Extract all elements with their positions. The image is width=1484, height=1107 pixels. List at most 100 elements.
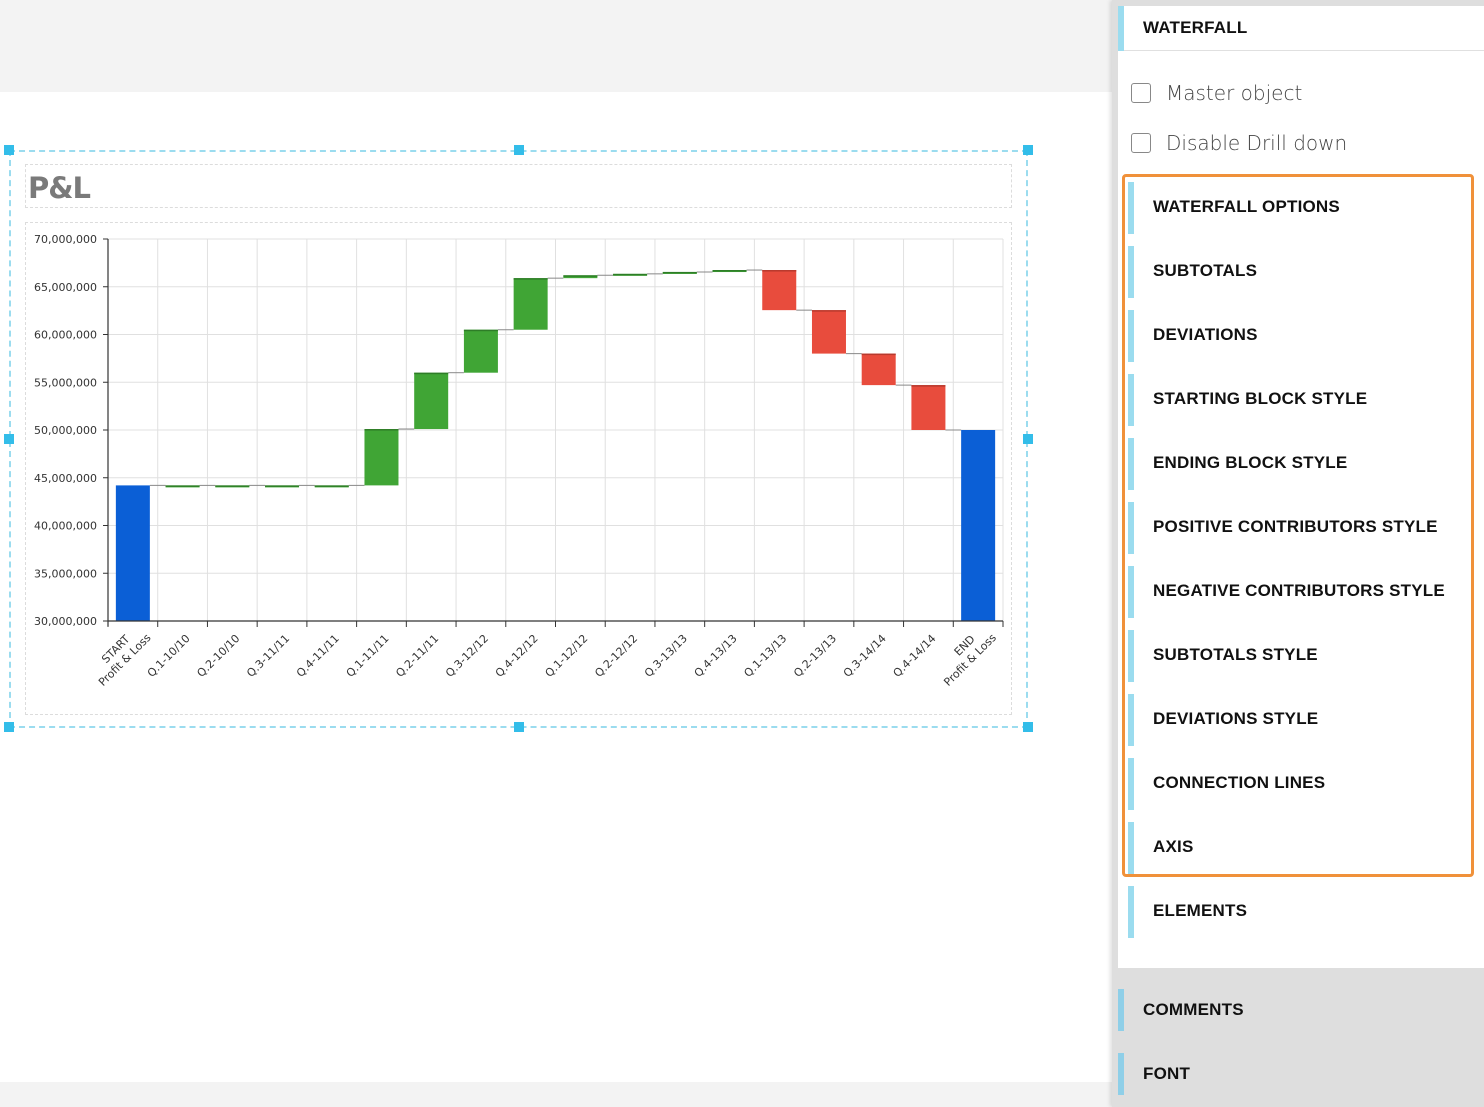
section-label: CONNECTION LINES: [1153, 773, 1326, 792]
x-tick-label-line: Q.2-12/12: [592, 632, 640, 680]
bar-start: [115, 485, 150, 621]
accent-bar: [1128, 566, 1134, 618]
bar-edge: [364, 429, 399, 431]
section-deviations[interactable]: DEVIATIONS: [1128, 310, 1468, 362]
y-tick-label: 55,000,000: [34, 376, 97, 389]
resize-handle-bottom-right[interactable]: [1023, 722, 1033, 732]
accent-bar: [1128, 182, 1134, 234]
x-tick-label: STARTProfit & Loss: [96, 631, 154, 689]
bar-positive: [414, 372, 449, 430]
bar-edge: [811, 310, 846, 312]
bar-negative: [861, 353, 896, 386]
accent-bar: [1128, 246, 1134, 298]
x-tick-label-line: Q.1-11/11: [344, 632, 392, 680]
disable-drill-down-checkbox-row[interactable]: Disable Drill down: [1131, 131, 1347, 155]
x-tick-label: Q.4-13/13: [692, 632, 740, 680]
x-tick-label: Q.3-12/12: [443, 632, 491, 680]
resize-handle-left[interactable]: [4, 434, 14, 444]
resize-handle-bottom-left[interactable]: [4, 722, 14, 732]
section-label: DEVIATIONS STYLE: [1153, 709, 1319, 728]
bar-edge: [662, 271, 697, 274]
x-tick-label: Q.4-14/14: [891, 632, 939, 680]
y-tick-label: 60,000,000: [34, 329, 97, 342]
bar-edge: [265, 485, 300, 487]
section-comments[interactable]: COMMENTS: [1118, 989, 1478, 1031]
x-tick-label: Q.3-14/14: [841, 632, 889, 680]
bar-edge: [314, 485, 349, 487]
section-label: POSITIVE CONTRIBUTORS STYLE: [1153, 517, 1438, 536]
section-label: ELEMENTS: [1153, 901, 1248, 920]
section-subtotals[interactable]: SUBTOTALS: [1128, 246, 1468, 298]
y-tick-label: 30,000,000: [34, 615, 97, 628]
x-tick-label: ENDProfit & Loss: [941, 631, 999, 689]
section-label: DEVIATIONS: [1153, 325, 1258, 344]
resize-handle-right[interactable]: [1023, 434, 1033, 444]
resize-handle-top-right[interactable]: [1023, 145, 1033, 155]
bar-edge: [513, 278, 548, 280]
accent-bar: [1128, 758, 1134, 810]
x-tick-label-line: Q.3-14/14: [841, 632, 889, 680]
x-tick-label: Q.1-11/11: [344, 632, 392, 680]
section-label: FONT: [1143, 1064, 1191, 1083]
bar-positive: [364, 429, 399, 486]
x-tick-label: Q.2-13/13: [791, 632, 839, 680]
master-object-label: Master object: [1166, 81, 1303, 105]
resize-handle-top-left[interactable]: [4, 145, 14, 155]
accent-bar: [1128, 886, 1134, 938]
section-axis[interactable]: AXIS: [1128, 822, 1468, 874]
master-object-checkbox-row[interactable]: Master object: [1131, 81, 1302, 105]
section-label: NEGATIVE CONTRIBUTORS STYLE: [1153, 581, 1445, 600]
section-label: AXIS: [1153, 837, 1194, 856]
section-starting-block-style[interactable]: STARTING BLOCK STYLE: [1128, 374, 1468, 426]
section-deviations-style[interactable]: DEVIATIONS STYLE: [1128, 694, 1468, 746]
x-tick-label-line: Q.2-13/13: [791, 632, 839, 680]
section-waterfall-options[interactable]: WATERFALL OPTIONS: [1128, 182, 1468, 234]
y-tick-label: 65,000,000: [34, 281, 97, 294]
bar-positive: [513, 278, 548, 330]
bar-edge: [861, 353, 896, 356]
y-tick-label: 45,000,000: [34, 472, 97, 485]
chart-title-box[interactable]: P&L: [25, 164, 1012, 208]
accent-bar: [1128, 630, 1134, 682]
y-tick-label: 35,000,000: [34, 567, 97, 580]
accent-bar: [1128, 694, 1134, 746]
section-font[interactable]: FONT: [1118, 1053, 1478, 1095]
section-label: SUBTOTALS: [1153, 261, 1258, 280]
x-tick-label: Q.3-11/11: [244, 632, 292, 680]
x-tick-label-line: Q.3-11/11: [244, 632, 292, 680]
accent-bar: [1128, 822, 1134, 874]
section-connection-lines[interactable]: CONNECTION LINES: [1128, 758, 1468, 810]
section-positive-contributors-style[interactable]: POSITIVE CONTRIBUTORS STYLE: [1128, 502, 1468, 554]
section-negative-contributors-style[interactable]: NEGATIVE CONTRIBUTORS STYLE: [1128, 566, 1468, 618]
resize-handle-bottom[interactable]: [514, 722, 524, 732]
master-object-checkbox[interactable]: [1131, 83, 1151, 103]
bar-edge: [165, 485, 200, 487]
accent-bar: [1128, 502, 1134, 554]
x-tick-label-line: Q.4-12/12: [493, 632, 541, 680]
section-subtotals-style[interactable]: SUBTOTALS STYLE: [1128, 630, 1468, 682]
section-elements[interactable]: ELEMENTS: [1128, 886, 1468, 938]
x-tick-label: Q.2-12/12: [592, 632, 640, 680]
section-label: SUBTOTALS STYLE: [1153, 645, 1318, 664]
section-label: STARTING BLOCK STYLE: [1153, 389, 1368, 408]
x-tick-label-line: Q.4-13/13: [692, 632, 740, 680]
bar-edge: [613, 273, 648, 276]
section-ending-block-style[interactable]: ENDING BLOCK STYLE: [1128, 438, 1468, 490]
panel-header[interactable]: WATERFALL: [1118, 6, 1484, 51]
waterfall-chart[interactable]: 30,000,000 35,000,000 40,000,000 45,000,000…: [25, 222, 1012, 715]
section-label: WATERFALL OPTIONS: [1153, 197, 1340, 216]
section-label: COMMENTS: [1143, 1000, 1244, 1019]
accent-bar: [1118, 989, 1124, 1031]
bar-edge: [463, 329, 498, 332]
accent-bar: [1118, 1053, 1124, 1095]
x-tick-label-line: Q.4-11/11: [294, 632, 342, 680]
bar-edge: [762, 270, 797, 272]
resize-handle-top[interactable]: [514, 145, 524, 155]
disable-drill-down-checkbox[interactable]: [1131, 133, 1151, 153]
section-label: ENDING BLOCK STYLE: [1153, 453, 1348, 472]
bar-edge: [563, 275, 598, 277]
x-tick-label-line: Q.1-13/13: [741, 632, 789, 680]
grid-layer: [108, 238, 1004, 622]
bar-edge: [911, 385, 946, 387]
x-tick-label-line: Q.3-13/13: [642, 632, 690, 680]
